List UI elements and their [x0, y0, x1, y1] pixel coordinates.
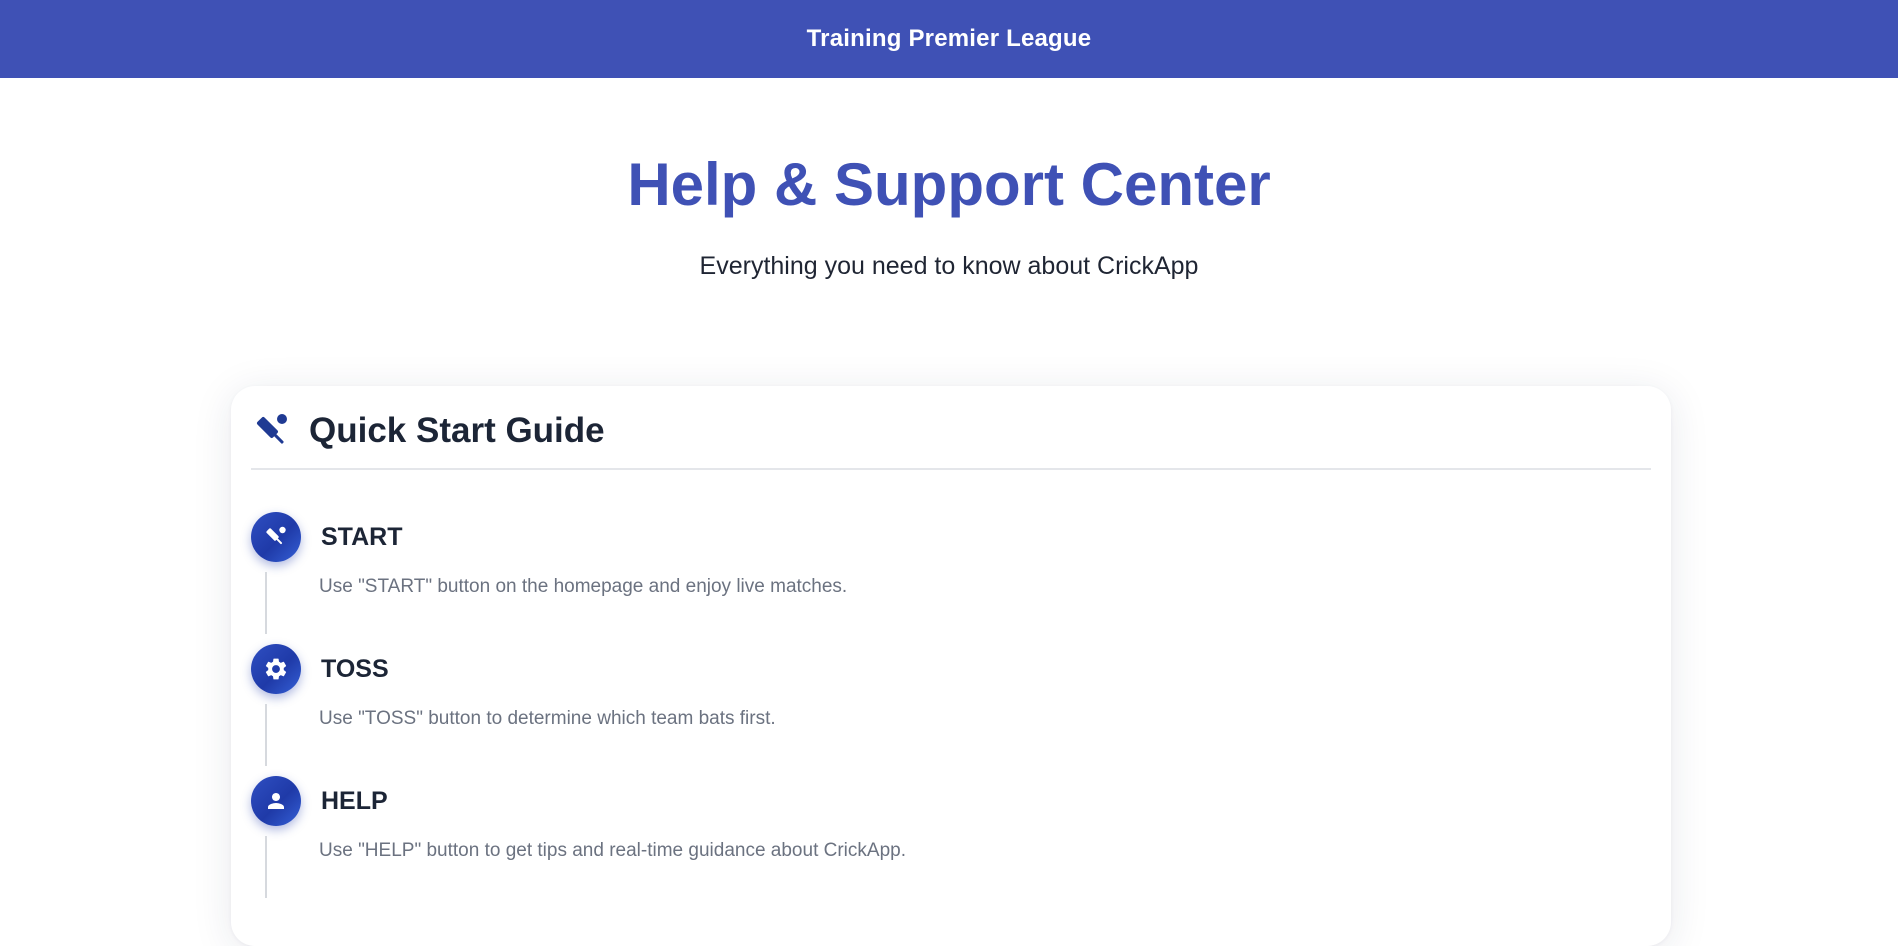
step-title: HELP: [321, 787, 388, 815]
page-subtitle: Everything you need to know about CrickA…: [699, 252, 1199, 280]
step-description: Use "START" button on the homepage and e…: [319, 576, 848, 597]
quick-start-card: Quick Start Guide START Use "START" butt…: [231, 386, 1671, 946]
quick-start-title: Quick Start Guide: [309, 411, 605, 450]
step-badge: [251, 776, 301, 826]
step-connector: [265, 572, 267, 634]
step-badge: [251, 644, 301, 694]
step-description: Use "HELP" button to get tips and real-t…: [319, 840, 906, 861]
step-connector: [265, 836, 267, 898]
step-description: Use "TOSS" button to determine which tea…: [319, 708, 776, 729]
person-icon: [264, 789, 288, 813]
divider: [251, 468, 1651, 470]
quick-start-header: Quick Start Guide: [251, 406, 1651, 456]
top-app-bar: Training Premier League: [0, 0, 1898, 78]
step-title: START: [321, 523, 403, 551]
gear-icon: [263, 656, 289, 682]
app-title: Training Premier League: [806, 25, 1092, 52]
step-title: TOSS: [321, 655, 389, 683]
page-title: Help & Support Center: [627, 151, 1271, 218]
cricket-icon: [251, 411, 291, 451]
step-badge: [251, 512, 301, 562]
cricket-icon: [263, 524, 289, 550]
step-connector: [265, 704, 267, 766]
